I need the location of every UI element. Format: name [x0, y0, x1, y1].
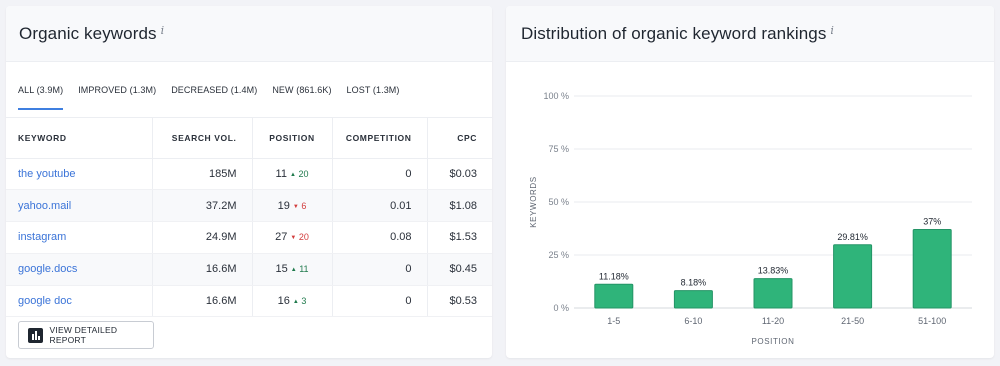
- view-detailed-report-label: VIEW DETAILED REPORT: [49, 325, 118, 345]
- table-row: instagram 24.9M 27 ▼ 20 0.08 $1.53: [6, 221, 492, 254]
- keyword-filter-tabs: ALL (3.9M) IMPROVED (1.3M) DECREASED (1.…: [6, 63, 492, 118]
- cpc-cell: $1.08: [427, 189, 492, 223]
- tab-all[interactable]: ALL (3.9M): [18, 79, 64, 110]
- cpc-cell: $0.53: [427, 285, 492, 318]
- table-row: google doc 16.6M 16 ▲ 3 0 $0.53: [6, 285, 492, 318]
- info-icon[interactable]: i: [161, 24, 165, 37]
- position-cell: 11 ▲ 20: [252, 158, 333, 191]
- column-header-competition[interactable]: COMPETITION: [332, 118, 428, 159]
- bar-chart-icon: [28, 327, 43, 343]
- column-header-search-volume[interactable]: SEARCH VOL.: [152, 118, 253, 159]
- position-value: 15: [275, 263, 288, 276]
- arrow-up-icon: ▲: [289, 171, 296, 178]
- x-tick-label: 1-5: [607, 316, 620, 326]
- arrow-down-icon: ▼: [290, 235, 297, 242]
- keyword-link[interactable]: google doc: [18, 295, 72, 307]
- position-delta: 6: [301, 200, 307, 211]
- arrow-down-icon: ▼: [292, 203, 299, 210]
- position-value: 16: [277, 295, 290, 308]
- search-volume-cell: 24.9M: [152, 221, 253, 254]
- x-tick-label: 11-20: [762, 316, 784, 326]
- organic-keywords-header: Organic keywords i: [6, 6, 492, 62]
- x-tick-label: 6-10: [684, 316, 702, 326]
- position-value: 11: [275, 167, 287, 180]
- position-cell: 19 ▼ 6: [252, 189, 333, 223]
- tab-improved[interactable]: IMPROVED (1.3M): [78, 79, 156, 101]
- column-header-position[interactable]: POSITION: [252, 118, 333, 159]
- competition-cell: 0.08: [332, 221, 428, 254]
- bar: [833, 244, 873, 309]
- keyword-link[interactable]: google.docs: [18, 263, 77, 275]
- tab-decreased[interactable]: DECREASED (1.4M): [171, 79, 257, 101]
- position-cell: 15 ▲ 11: [252, 253, 333, 286]
- bar-data-label: 29.81%: [837, 232, 868, 242]
- position-cell: 27 ▼ 20: [252, 221, 333, 254]
- competition-cell: 0: [332, 253, 428, 286]
- y-tick-label: 100 %: [543, 91, 569, 101]
- table-row: the youtube 185M 11 ▲ 20 0 $0.03: [6, 158, 492, 191]
- search-volume-cell: 185M: [152, 158, 253, 191]
- keyword-link[interactable]: yahoo.mail: [18, 200, 71, 212]
- position-delta: 3: [301, 296, 307, 307]
- rankings-bar-chart: 0 % 25 % 50 % 75 % 100 % KEYWORDS 11.18% 1-5 8.1…: [506, 63, 994, 358]
- bar: [673, 290, 713, 309]
- position-delta: 20: [298, 232, 309, 243]
- position-change: ▲ 11: [291, 264, 309, 274]
- competition-cell: 0: [332, 158, 428, 191]
- column-header-cpc[interactable]: CPC: [427, 118, 492, 159]
- position-cell: 16 ▲ 3: [252, 285, 333, 318]
- bar-data-label: 8.18%: [681, 278, 707, 288]
- x-tick-label: 51-100: [918, 316, 946, 326]
- search-volume-cell: 16.6M: [152, 285, 253, 318]
- bar-data-label: 11.18%: [599, 271, 629, 281]
- rankings-chart-svg: 0 % 25 % 50 % 75 % 100 % KEYWORDS 11.18% 1-5 8.1…: [529, 91, 972, 346]
- competition-cell: 0.01: [332, 189, 428, 223]
- bar: [753, 278, 793, 309]
- y-axis-label: KEYWORDS: [529, 176, 538, 227]
- bar: [912, 229, 952, 309]
- table-header-row: KEYWORD SEARCH VOL. POSITION COMPETITION…: [6, 118, 492, 159]
- position-change: ▼ 20: [290, 232, 308, 242]
- position-value: 27: [275, 231, 288, 244]
- cpc-cell: $0.03: [427, 158, 492, 191]
- arrow-up-icon: ▲: [292, 299, 299, 306]
- tab-lost[interactable]: LOST (1.3M): [347, 79, 400, 101]
- cpc-cell: $0.45: [427, 253, 492, 286]
- keyword-link[interactable]: instagram: [18, 231, 66, 243]
- keyword-link[interactable]: the youtube: [18, 168, 76, 180]
- tab-new[interactable]: NEW (861.6K): [272, 79, 331, 101]
- organic-keywords-card: Organic keywords i ALL (3.9M) IMPROVED (1…: [6, 6, 492, 358]
- y-tick-label: 25 %: [548, 250, 569, 260]
- position-delta: 11: [299, 264, 309, 275]
- cpc-cell: $1.53: [427, 221, 492, 254]
- view-detailed-report-button[interactable]: VIEW DETAILED REPORT: [18, 321, 154, 349]
- search-volume-cell: 37.2M: [152, 189, 253, 223]
- position-change: ▲ 20: [290, 169, 308, 179]
- bar-data-label: 13.83%: [758, 266, 789, 276]
- keyword-rankings-title: Distribution of organic keyword rankings: [521, 24, 827, 43]
- x-tick-label: 21-50: [841, 316, 864, 326]
- position-value: 19: [277, 199, 290, 212]
- table-row: yahoo.mail 37.2M 19 ▼ 6 0.01 $1.08: [6, 189, 492, 223]
- arrow-up-icon: ▲: [290, 267, 297, 274]
- position-change: ▲ 3: [293, 296, 306, 306]
- organic-keywords-title: Organic keywords: [19, 24, 157, 43]
- y-tick-label: 50 %: [548, 197, 569, 207]
- keywords-table: KEYWORD SEARCH VOL. POSITION COMPETITION…: [6, 118, 492, 318]
- keyword-rankings-card: Distribution of organic keyword rankings…: [506, 6, 994, 358]
- position-change: ▼ 6: [293, 201, 306, 211]
- bar-data-label: 37%: [923, 217, 941, 227]
- y-tick-label: 75 %: [548, 144, 569, 154]
- y-tick-label: 0 %: [553, 303, 569, 313]
- search-volume-cell: 16.6M: [152, 253, 253, 286]
- competition-cell: 0: [332, 285, 428, 318]
- info-icon[interactable]: i: [830, 24, 834, 37]
- bar: [594, 283, 634, 309]
- position-delta: 20: [298, 168, 309, 179]
- table-row: google.docs 16.6M 15 ▲ 11 0 $0.45: [6, 253, 492, 286]
- x-axis-label: POSITION: [751, 337, 794, 346]
- column-header-keyword[interactable]: KEYWORD: [6, 118, 153, 159]
- keyword-rankings-header: Distribution of organic keyword rankings…: [506, 6, 994, 62]
